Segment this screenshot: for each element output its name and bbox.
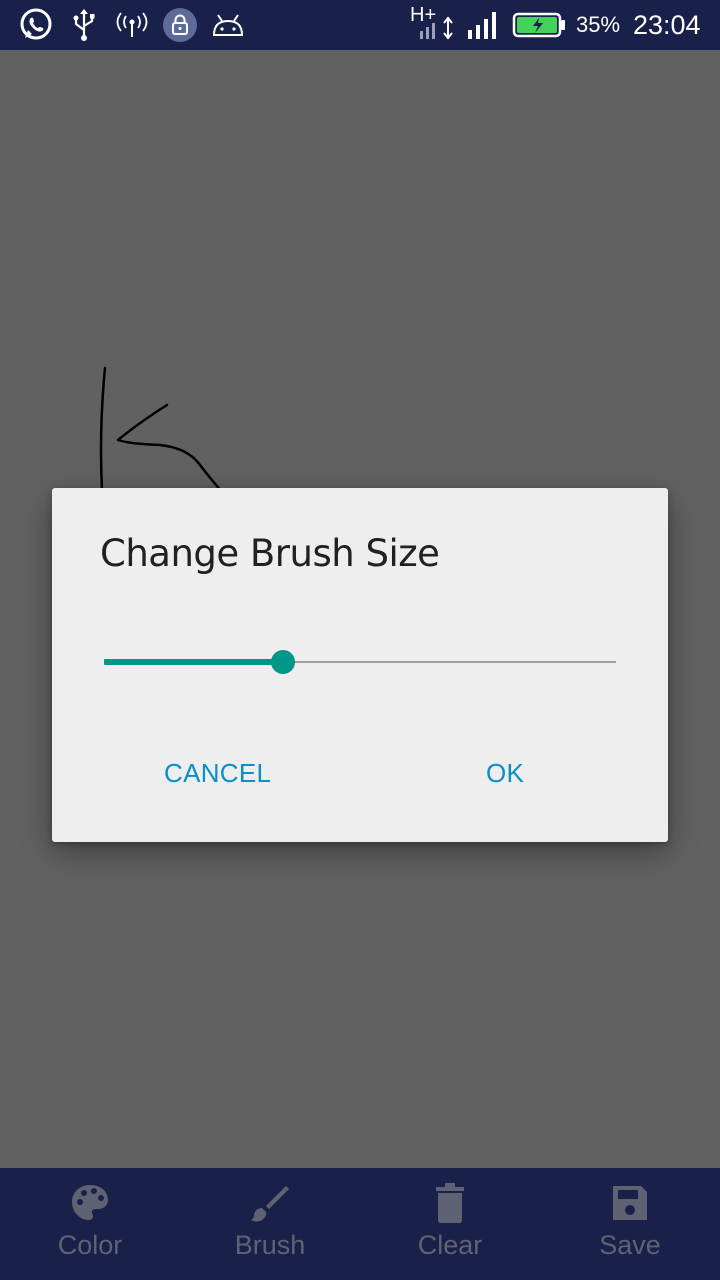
whatsapp-icon bbox=[16, 7, 56, 43]
dialog-title: Change Brush Size bbox=[100, 532, 440, 575]
bottom-toolbar: Color Brush Clear Save bbox=[0, 1168, 720, 1280]
slider-fill bbox=[104, 659, 284, 665]
brush-size-dialog: Change Brush Size CANCEL OK bbox=[52, 488, 668, 842]
ok-button[interactable]: OK bbox=[486, 758, 524, 789]
brush-label: Brush bbox=[234, 1230, 306, 1260]
drawn-stroke bbox=[99, 366, 224, 494]
brush-button[interactable]: Brush bbox=[180, 1168, 360, 1280]
trash-icon bbox=[360, 1182, 540, 1224]
brush-icon bbox=[180, 1182, 360, 1224]
color-label: Color bbox=[57, 1230, 123, 1260]
vpn-lock-icon bbox=[162, 7, 198, 43]
status-bar: H+ 35% 23:04 bbox=[0, 0, 720, 50]
color-button[interactable]: Color bbox=[0, 1168, 180, 1280]
h-plus-data-icon: H+ bbox=[408, 4, 458, 40]
usb-icon bbox=[70, 7, 98, 43]
clear-label: Clear bbox=[417, 1230, 483, 1260]
hotspot-icon bbox=[114, 7, 150, 43]
android-debug-icon bbox=[210, 7, 246, 43]
slider-thumb[interactable] bbox=[271, 650, 296, 674]
cancel-button[interactable]: CANCEL bbox=[164, 758, 271, 789]
brush-size-slider[interactable] bbox=[104, 648, 616, 676]
save-label: Save bbox=[599, 1230, 661, 1260]
battery-percentage: 35% bbox=[576, 12, 621, 37]
network-type-label: H+ bbox=[410, 4, 436, 26]
save-icon bbox=[540, 1182, 720, 1224]
clock: 23:04 bbox=[633, 10, 701, 40]
battery-charging-icon bbox=[510, 7, 568, 43]
clear-button[interactable]: Clear bbox=[360, 1168, 540, 1280]
save-button[interactable]: Save bbox=[540, 1168, 720, 1280]
signal-icon bbox=[464, 7, 502, 43]
palette-icon bbox=[0, 1182, 180, 1224]
